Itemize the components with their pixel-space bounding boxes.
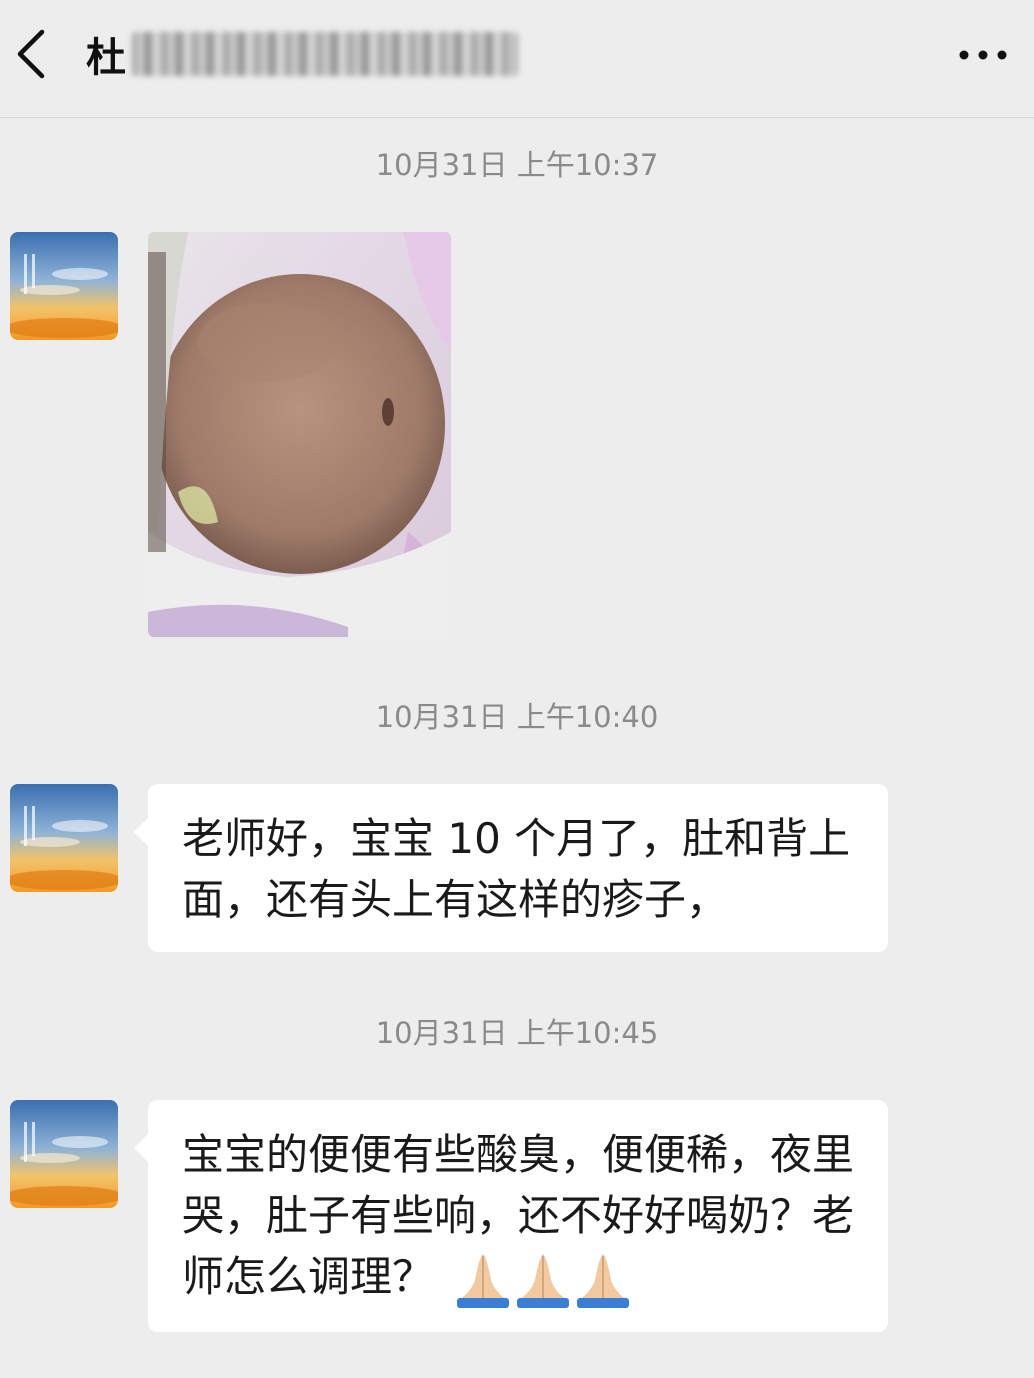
redacted-name-blur [132, 32, 518, 76]
chat-header: 杜 [0, 0, 1034, 118]
pray-icon [517, 1253, 570, 1308]
message-timestamp: 10月31日 上午10:45 [375, 1016, 659, 1050]
message-timestamp: 10月31日 上午10:40 [375, 700, 659, 734]
baby-belly-photo [148, 232, 451, 637]
back-button[interactable] [10, 20, 60, 90]
avatar[interactable] [10, 784, 118, 892]
message-bubble[interactable]: 老师好，宝宝 10 个月了，肚和背上面，还有头上有这样的疹子， [134, 784, 888, 952]
avatar[interactable] [10, 1100, 118, 1208]
avatar-sunset-image [10, 1100, 118, 1208]
avatar-sunset-image [10, 232, 118, 340]
contact-name: 杜 [86, 35, 126, 81]
more-dots-icon [959, 50, 1007, 60]
emoji-row [453, 1250, 633, 1310]
chevron-left-icon [17, 29, 45, 79]
pray-icon [577, 1253, 630, 1308]
more-button[interactable] [958, 40, 1008, 70]
message-timestamp: 10月31日 上午10:37 [375, 148, 659, 182]
chat-title: 杜 [86, 24, 518, 84]
message-photo[interactable] [148, 232, 451, 637]
avatar[interactable] [10, 232, 118, 340]
message-text: 老师好，宝宝 10 个月了，肚和背上面，还有头上有这样的疹子， [182, 814, 851, 924]
message-bubble[interactable]: 宝宝的便便有些酸臭，便便稀，夜里哭，肚子有些响，还不好好喝奶？老师怎么调理？ [134, 1100, 888, 1332]
pray-icon [457, 1253, 510, 1308]
avatar-sunset-image [10, 784, 118, 892]
